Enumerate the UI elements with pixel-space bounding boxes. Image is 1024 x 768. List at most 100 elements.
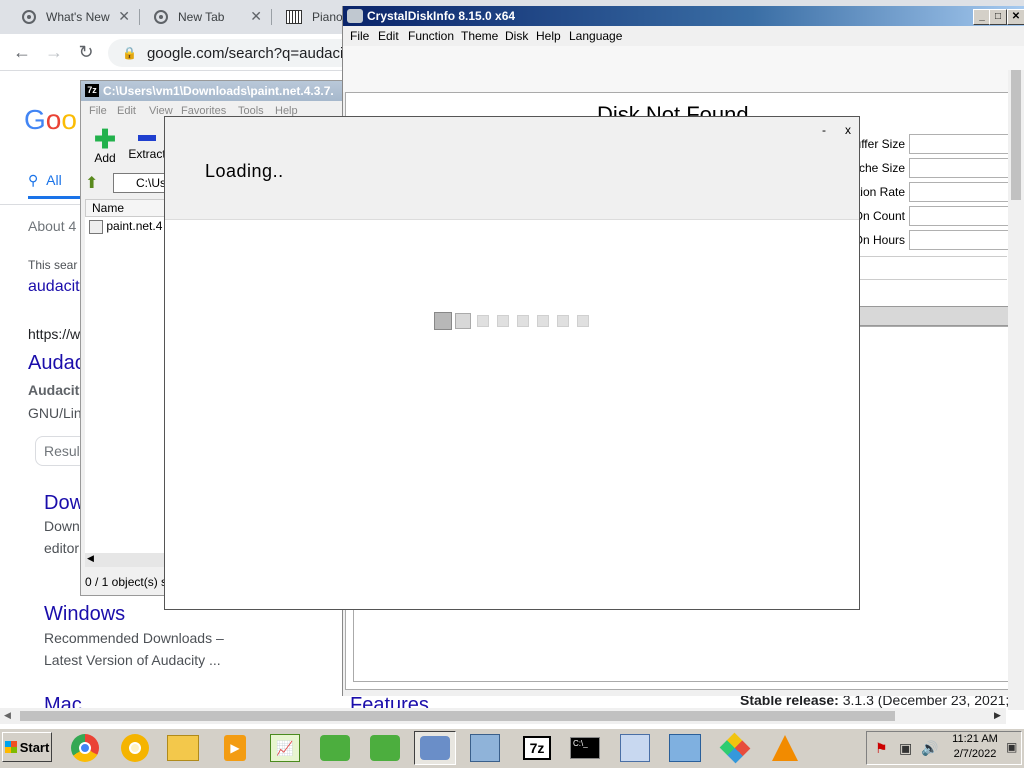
list-item[interactable]: paint.net.4	[89, 219, 162, 234]
paint-icon[interactable]	[614, 731, 656, 765]
scrollbar-thumb[interactable]	[1011, 70, 1021, 200]
loading-indicator-dot	[577, 315, 589, 327]
volume-icon[interactable]: 🔊	[921, 740, 938, 757]
disk-selector-bar	[343, 46, 1024, 92]
show-desktop-icon[interactable]: ▣	[1006, 740, 1017, 754]
network-icon[interactable]: ▣	[899, 740, 912, 757]
loading-indicator-dot	[517, 315, 529, 327]
close-tab-icon[interactable]: ✕	[118, 8, 130, 25]
power-on-count-field	[909, 206, 1009, 226]
disk-utility-2-icon[interactable]	[364, 731, 406, 765]
loading-indicator-dot	[537, 315, 549, 327]
crystaldiskinfo-title-bar[interactable]: CrystalDiskInfo 8.15.0 x64 _ □ ✕	[343, 6, 1024, 26]
result-title[interactable]: Dow	[44, 492, 84, 515]
google-logo: Goo	[24, 104, 77, 135]
network-settings-icon[interactable]	[464, 731, 506, 765]
column-header-name[interactable]: Name	[85, 199, 165, 217]
maximize-button[interactable]: □	[989, 9, 1007, 25]
menu-function[interactable]: Function	[408, 29, 454, 43]
audio-editor-icon[interactable]: 📈	[264, 731, 306, 765]
disk-utility-icon[interactable]	[314, 731, 356, 765]
buffer-size-field	[909, 134, 1009, 154]
menu-help[interactable]: Help	[536, 29, 561, 43]
loading-dialog-header: Loading.. - x	[165, 117, 859, 220]
result-snippet: GNU/Lin	[28, 405, 82, 421]
system-clock[interactable]: 11:21 AM 2/7/2022	[940, 732, 1010, 762]
search-icon: ⚲	[28, 172, 39, 188]
scroll-right-icon[interactable]: ▶	[994, 710, 1001, 721]
result-snippet: editor	[44, 540, 80, 556]
extract-button[interactable]: Extract	[127, 127, 167, 161]
menu-edit[interactable]: Edit	[378, 29, 399, 43]
close-tab-icon[interactable]: ✕	[250, 8, 262, 25]
chrome-taskbar-icon[interactable]	[64, 731, 106, 765]
horizontal-scrollbar[interactable]: ◀ ▶	[0, 708, 1006, 724]
scroll-left-icon[interactable]: ◀	[4, 710, 11, 721]
piano-favicon-icon	[286, 10, 302, 24]
back-arrow-icon[interactable]: ←	[10, 40, 34, 64]
sevenzip-app-icon: 7z	[85, 84, 99, 97]
result-title[interactable]: Audac	[28, 352, 85, 375]
result-snippet: Latest Version of Audacity ...	[44, 652, 221, 668]
vertical-scrollbar[interactable]	[1008, 70, 1024, 710]
result-stats: About 4	[28, 218, 77, 234]
menu-file[interactable]: File	[350, 29, 369, 43]
loading-indicator-dot	[497, 315, 509, 327]
menu-file[interactable]: File	[89, 105, 107, 117]
browser-tab-new-tab[interactable]: New Tab ✕	[132, 0, 272, 34]
loading-indicator-dot	[477, 315, 489, 327]
windows-logo-icon	[4, 741, 17, 753]
loading-message: Loading..	[205, 161, 284, 181]
menu-language[interactable]: Language	[569, 29, 622, 43]
scrollbar-thumb[interactable]	[20, 711, 895, 721]
scroll-left-icon[interactable]: ◀	[87, 553, 94, 564]
control-panel-icon[interactable]	[664, 731, 706, 765]
media-player-icon[interactable]: ▶	[214, 731, 256, 765]
security-alert-icon[interactable]: ⚑	[875, 740, 888, 757]
menu-edit[interactable]: Edit	[117, 105, 136, 117]
sevenzip-taskbar-icon[interactable]: 7z	[516, 731, 558, 765]
search-tab-all[interactable]: ⚲ All	[28, 172, 62, 189]
smart-table-header	[843, 306, 1009, 326]
minimize-button[interactable]: -	[817, 123, 831, 137]
office-icon[interactable]	[714, 731, 756, 765]
start-button[interactable]: Start	[2, 732, 52, 762]
power-on-hours-field	[909, 230, 1009, 250]
menu-theme[interactable]: Theme	[461, 29, 498, 43]
rotation-rate-field	[909, 182, 1009, 202]
loading-dialog: Loading.. - x	[164, 116, 860, 610]
reload-icon[interactable]: ↻	[74, 40, 98, 64]
status-bar: 0 / 1 object(s) s	[85, 575, 168, 589]
result-url: https://w	[28, 326, 81, 342]
sevenzip-title-bar[interactable]: 7z C:\Users\vm1\Downloads\paint.net.4.3.…	[81, 81, 343, 101]
address-bar[interactable]: 🔒 google.com/search?q=audacity&	[108, 39, 348, 67]
chrome-favicon-icon	[22, 10, 36, 24]
chrome-canary-taskbar-icon[interactable]	[114, 731, 156, 765]
up-folder-icon[interactable]: ⬆	[85, 173, 105, 193]
file-list	[85, 217, 165, 557]
chrome-favicon-icon	[154, 10, 168, 24]
browser-tab-whats-new[interactable]: What's New ✕	[0, 0, 140, 34]
result-snippet: Down	[44, 518, 80, 534]
info-row	[843, 256, 1007, 280]
browser-tab-piano[interactable]: Piano	[264, 0, 344, 34]
menu-disk[interactable]: Disk	[505, 29, 528, 43]
command-prompt-icon[interactable]: C:\_	[564, 731, 606, 765]
file-icon	[89, 219, 103, 234]
lock-icon: 🔒	[122, 46, 137, 60]
result-bold-text: Audacity	[28, 382, 88, 398]
file-explorer-icon[interactable]	[162, 731, 204, 765]
crystaldiskinfo-taskbar-icon[interactable]	[414, 731, 456, 765]
result-title-windows[interactable]: Windows	[44, 603, 125, 626]
cache-size-field	[909, 158, 1009, 178]
close-button[interactable]: x	[841, 123, 855, 137]
result-link[interactable]: audacit	[28, 278, 80, 296]
forward-arrow-icon[interactable]: →	[42, 40, 66, 64]
loading-indicator-dot	[434, 312, 452, 330]
minus-icon	[138, 135, 156, 141]
vlc-icon[interactable]	[764, 731, 806, 765]
horizontal-scrollbar[interactable]: ◀	[85, 553, 165, 567]
add-button[interactable]: ✚ Add	[91, 124, 119, 165]
close-button[interactable]: ✕	[1007, 9, 1024, 25]
plus-icon: ✚	[94, 124, 116, 154]
